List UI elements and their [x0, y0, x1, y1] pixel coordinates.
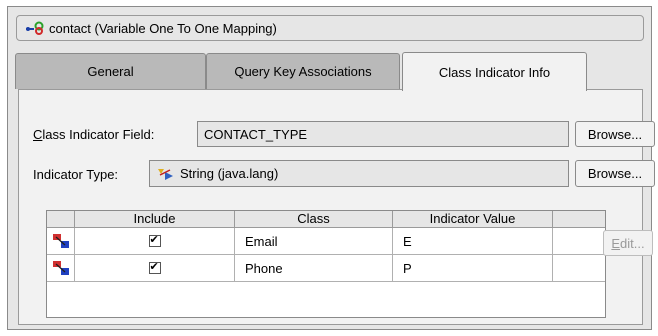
filler-cell [553, 255, 605, 282]
class-indicator-field-input[interactable]: CONTACT_TYPE [197, 121, 569, 147]
mapping-icon [25, 21, 45, 35]
column-header-class[interactable]: Class [235, 211, 393, 228]
tab-class-indicator-info[interactable]: Class Indicator Info [402, 52, 587, 91]
table-row-header-corner [47, 211, 75, 228]
indicator-value-cell[interactable]: E [393, 228, 553, 255]
class-type-icon [156, 167, 176, 181]
class-indicator-field-label-text: lass Indicator Field: [42, 127, 155, 142]
indicator-type-label: Indicator Type: [33, 167, 119, 182]
indicator-type-browse-button[interactable]: Browse... [575, 160, 655, 187]
table-row[interactable] [47, 228, 75, 255]
tab-query-key-associations[interactable]: Query Key Associations [206, 53, 400, 89]
class-row-icon [52, 260, 70, 276]
class-indicator-field-value: CONTACT_TYPE [204, 126, 308, 142]
column-header-indicator-value[interactable]: Indicator Value [393, 211, 553, 228]
tab-general-label: General [87, 64, 134, 79]
include-checkbox-cell[interactable] [75, 228, 235, 255]
include-checkbox[interactable] [148, 233, 161, 247]
tab-general[interactable]: General [15, 53, 206, 89]
mapping-title: contact (Variable One To One Mapping) [49, 20, 277, 36]
class-indicator-content: Class Indicator Field: CONTACT_TYPE Brow… [18, 89, 655, 325]
include-checkbox-cell[interactable] [75, 255, 235, 282]
column-header-include[interactable]: Include [75, 211, 235, 228]
tab-query-key-associations-label: Query Key Associations [234, 64, 372, 79]
indicator-value-cell[interactable]: P [393, 255, 553, 282]
class-indicator-table: Include Class Indicator Value Email E [46, 210, 606, 318]
indicator-type-value: String (java.lang) [180, 166, 279, 181]
edit-label: dit... [620, 235, 645, 251]
mapping-panel: contact (Variable One To One Mapping) Ge… [7, 6, 655, 330]
class-indicator-field-browse-button[interactable]: Browse... [575, 121, 655, 147]
browse-label: Browse... [587, 166, 643, 181]
class-row-icon [52, 233, 70, 249]
class-indicator-field-mnemonic: C [33, 127, 43, 142]
table-row[interactable] [47, 255, 75, 282]
class-cell[interactable]: Phone [235, 255, 393, 282]
class-cell[interactable]: Email [235, 228, 393, 255]
include-checkbox[interactable] [148, 260, 161, 274]
filler-cell [553, 228, 605, 255]
edit-mnemonic: E [611, 235, 621, 251]
indicator-type-input[interactable]: String (java.lang) [149, 160, 569, 187]
tab-class-indicator-info-label: Class Indicator Info [438, 64, 551, 80]
edit-button[interactable]: Edit... [603, 230, 653, 256]
class-indicator-field-label: Class Indicator Field: [33, 127, 154, 142]
mapping-title-bar: contact (Variable One To One Mapping) [16, 15, 644, 41]
browse-label: Browse... [587, 126, 643, 142]
column-header-filler [553, 211, 605, 228]
